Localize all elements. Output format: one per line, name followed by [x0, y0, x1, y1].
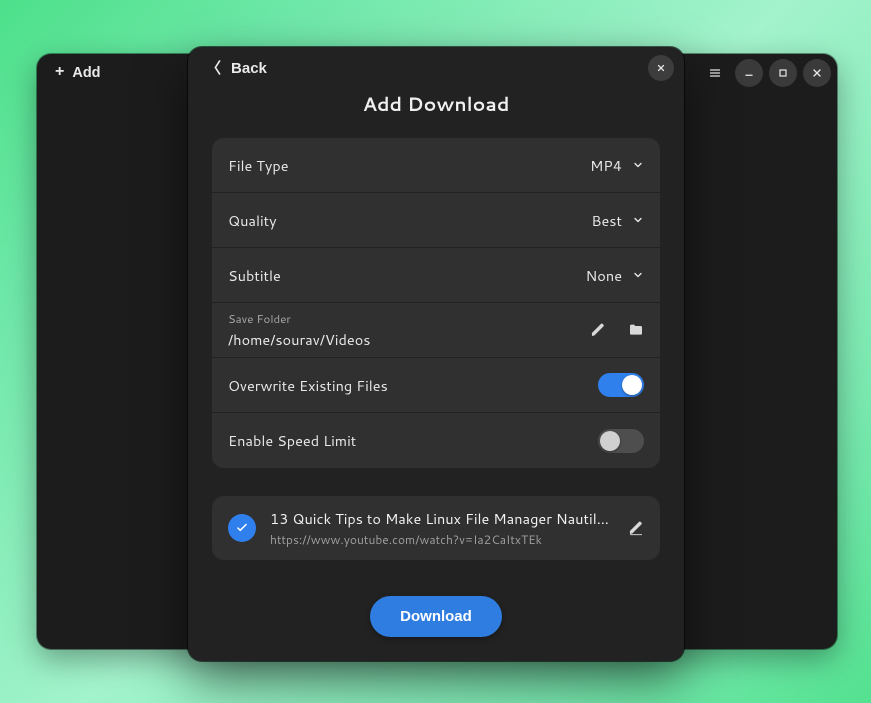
subtitle-row[interactable]: Subtitle None — [212, 248, 660, 303]
settings-card: File Type MP4 Quality Best Subtitle None — [212, 138, 660, 468]
download-button[interactable]: Download — [370, 596, 502, 637]
subtitle-label: Subtitle — [228, 265, 281, 286]
chevron-down-icon — [632, 269, 644, 281]
add-button[interactable]: + Add — [45, 59, 111, 87]
overwrite-row: Overwrite Existing Files — [212, 358, 660, 413]
quality-value: Best — [591, 210, 622, 231]
close-icon — [811, 67, 823, 79]
plus-icon: + — [55, 64, 64, 80]
chevron-down-icon — [632, 214, 644, 226]
item-checkbox[interactable] — [228, 514, 256, 542]
quality-label: Quality — [228, 210, 277, 231]
item-edit-button[interactable] — [628, 520, 644, 536]
window-maximize-button[interactable] — [769, 59, 797, 87]
back-button[interactable]: 〈 Back — [188, 50, 281, 87]
save-folder-caption: Save Folder — [228, 310, 371, 327]
overwrite-switch[interactable] — [598, 373, 644, 397]
file-type-row[interactable]: File Type MP4 — [212, 138, 660, 193]
quality-row[interactable]: Quality Best — [212, 193, 660, 248]
check-icon — [235, 521, 249, 535]
chevron-down-icon — [632, 159, 644, 171]
dialog-title: Add Download — [188, 91, 684, 118]
window-minimize-button[interactable] — [735, 59, 763, 87]
download-item: 13 Quick Tips to Make Linux File Manager… — [212, 496, 660, 560]
save-folder-path: /home/sourav/Videos — [228, 329, 371, 350]
chevron-left-icon: 〈 — [206, 57, 221, 78]
folder-icon — [628, 322, 644, 338]
download-button-label: Download — [400, 608, 472, 625]
hamburger-icon — [709, 67, 721, 79]
speed-limit-switch[interactable] — [598, 429, 644, 453]
dialog-header: 〈 Back — [188, 47, 684, 89]
file-type-label: File Type — [228, 155, 289, 176]
browse-folder-button[interactable] — [628, 322, 644, 338]
window-close-button[interactable] — [803, 59, 831, 87]
minimize-icon — [743, 67, 755, 79]
file-type-value: MP4 — [590, 155, 622, 176]
add-download-dialog: 〈 Back Add Download File Type MP4 Qualit… — [188, 47, 684, 661]
pencil-icon — [628, 520, 644, 536]
subtitle-value: None — [586, 265, 622, 286]
maximize-icon — [777, 67, 789, 79]
speed-limit-label: Enable Speed Limit — [228, 430, 356, 451]
dialog-close-button[interactable] — [648, 55, 674, 81]
save-folder-row: Save Folder /home/sourav/Videos — [212, 303, 660, 358]
add-button-label: Add — [72, 65, 100, 81]
close-icon — [656, 63, 666, 73]
item-url: https://www.youtube.com/watch?v=Ia2CaItx… — [270, 531, 614, 548]
overwrite-label: Overwrite Existing Files — [228, 375, 388, 396]
hamburger-menu-button[interactable] — [701, 59, 729, 87]
item-title: 13 Quick Tips to Make Linux File Manager… — [270, 508, 614, 529]
speed-limit-row: Enable Speed Limit — [212, 413, 660, 468]
edit-folder-button[interactable] — [590, 322, 606, 338]
pencil-icon — [590, 322, 606, 338]
back-button-label: Back — [231, 60, 267, 77]
